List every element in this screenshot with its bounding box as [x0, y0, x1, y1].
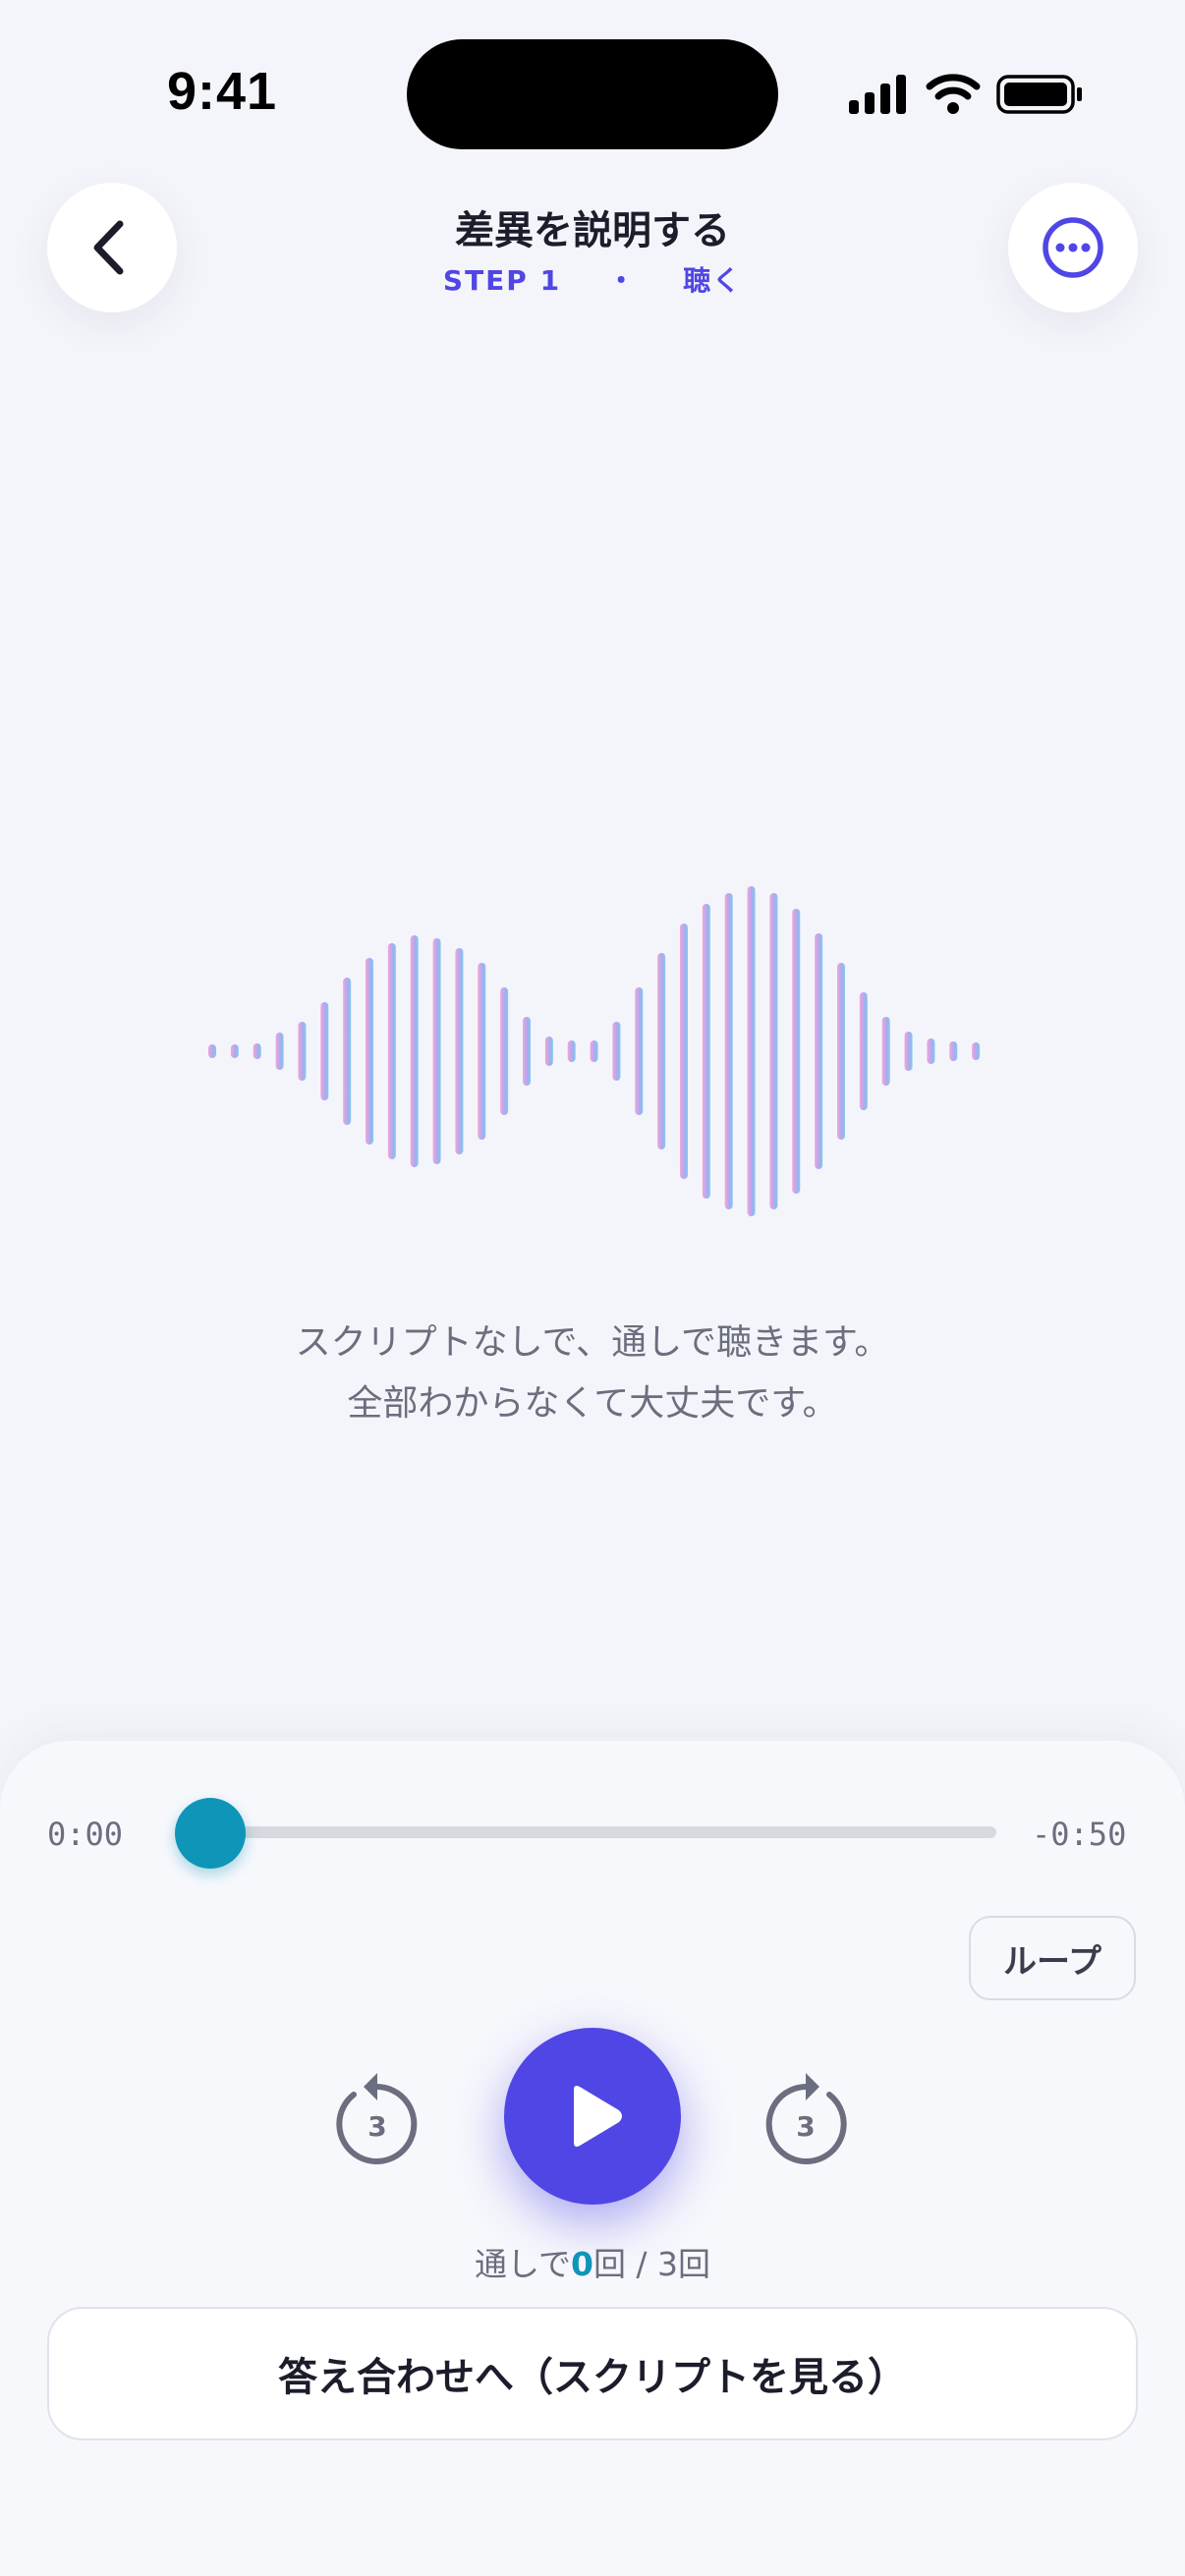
waveform-bar [702, 904, 710, 1199]
step-name: 聴く [683, 264, 743, 297]
step-separator: ・ [607, 264, 638, 297]
audio-waveform [208, 886, 981, 1216]
skip-back-button[interactable]: 3 [328, 2065, 426, 2173]
waveform-bar [544, 1036, 553, 1066]
instruction-line-2: 全部わからなくて大丈夫です。 [347, 1383, 838, 1424]
step-indicator: STEP 1 ・ 聴く [0, 259, 1185, 299]
progress-thumb[interactable] [175, 1798, 246, 1869]
waveform-bar [612, 1022, 621, 1081]
waveform-bar [680, 924, 688, 1179]
status-time: 9:41 [167, 62, 278, 121]
waveform-bar [523, 1017, 531, 1086]
svg-text:3: 3 [367, 2110, 386, 2143]
remaining-time: -0:50 [1032, 1816, 1127, 1853]
waveform-bar [432, 938, 441, 1164]
waveform-bar [657, 953, 666, 1149]
waveform-bar [343, 978, 352, 1125]
waveform-bar [387, 943, 396, 1159]
play-count-prefix: 通しで [474, 2245, 571, 2283]
waveform-bar [455, 948, 464, 1154]
waveform-bar [478, 963, 486, 1140]
waveform-bar [590, 1040, 598, 1062]
play-button[interactable] [504, 2028, 681, 2205]
play-icon [574, 2086, 622, 2147]
waveform-bar [972, 1042, 981, 1060]
step-label: STEP 1 [442, 264, 562, 297]
waveform-bar [320, 1002, 329, 1100]
waveform-bar [815, 933, 823, 1169]
waveform-bar [904, 1032, 913, 1071]
forward-3-icon: 3 [765, 2073, 847, 2164]
waveform-bar [230, 1044, 239, 1058]
check-answer-button[interactable]: 答え合わせへ（スクリプトを見る） [47, 2307, 1138, 2440]
waveform-bar [927, 1038, 935, 1064]
elapsed-time: 0:00 [47, 1816, 124, 1853]
waveform-bar [298, 1022, 307, 1081]
skip-forward-button[interactable]: 3 [757, 2065, 855, 2173]
loop-button[interactable]: ループ [969, 1916, 1136, 2000]
battery-icon [996, 75, 1082, 114]
waveform-bar [410, 935, 419, 1167]
waveform-bar [949, 1041, 958, 1061]
wifi-icon [926, 74, 981, 114]
play-count-value: 0 [570, 2245, 593, 2283]
svg-text:3: 3 [796, 2110, 815, 2143]
progress-track[interactable] [210, 1826, 996, 1838]
waveform-bar [275, 1033, 284, 1070]
dynamic-island [407, 39, 778, 149]
waveform-bar [792, 909, 801, 1194]
waveform-bar [859, 992, 868, 1110]
instruction-line-1: スクリプトなしで、通しで聴きます。 [295, 1322, 890, 1363]
waveform-bar [747, 886, 756, 1216]
status-icons [849, 71, 1085, 120]
waveform-bar [724, 893, 733, 1209]
play-count-suffix: 回 / 3回 [592, 2245, 711, 2283]
waveform-bar [837, 963, 845, 1140]
waveform-bar [881, 1017, 890, 1086]
more-button[interactable] [1008, 183, 1138, 312]
waveform-bar [366, 958, 373, 1145]
waveform-bar [635, 987, 644, 1115]
waveform-bar [769, 893, 778, 1209]
rewind-3-icon: 3 [336, 2073, 418, 2164]
signal-icon [849, 75, 906, 114]
waveform-bar [208, 1044, 216, 1058]
waveform-bar [253, 1043, 261, 1059]
waveform-bar [500, 987, 509, 1115]
more-options-icon [1043, 217, 1103, 278]
instruction-text: スクリプトなしで、通しで聴きます。 全部わからなくて大丈夫です。 [0, 1313, 1185, 1434]
waveform-bar [567, 1040, 576, 1062]
play-count: 通しで0回 / 3回 [0, 2238, 1185, 2285]
